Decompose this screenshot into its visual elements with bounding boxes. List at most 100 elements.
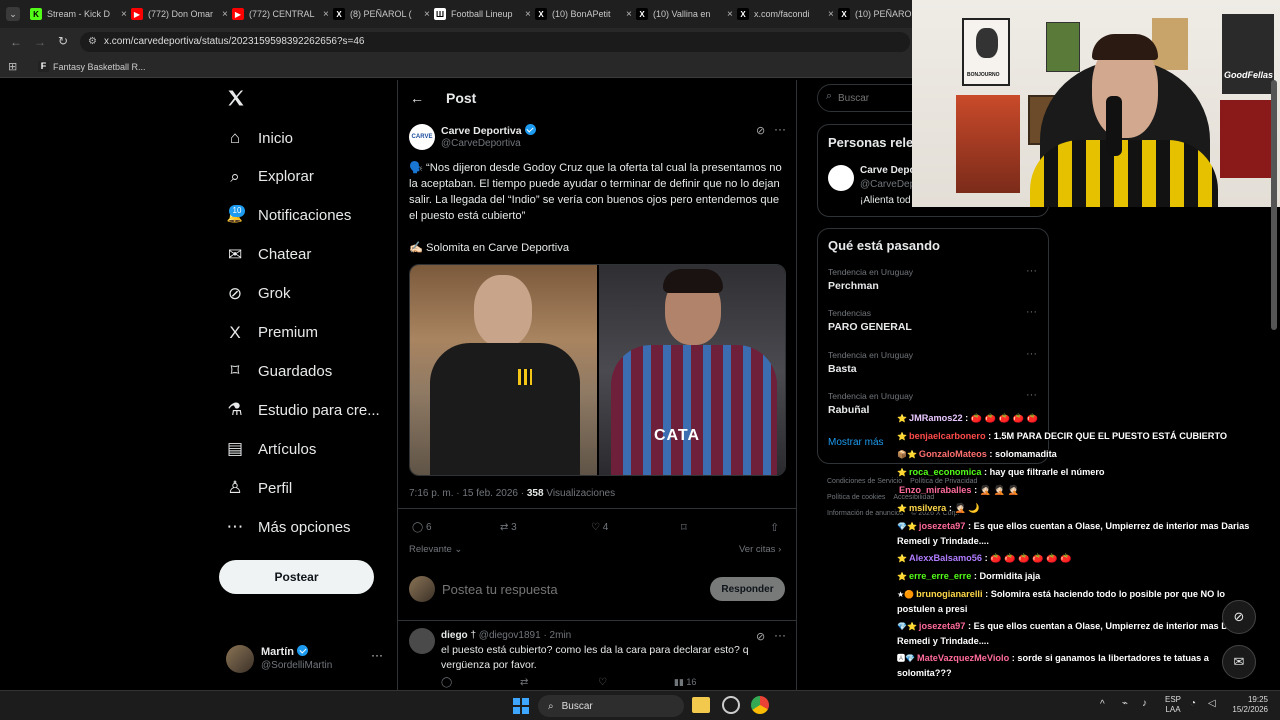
trend-more-icon[interactable]: ··· — [1026, 265, 1037, 277]
nav-guardados[interactable]: ⌑ Guardados — [226, 357, 333, 385]
chat-username[interactable]: msilvera — [909, 503, 946, 513]
browser-tab[interactable]: X (10) BonAPetit × — [535, 4, 632, 24]
volume-icon[interactable]: ◁ — [1208, 698, 1216, 709]
trend-name[interactable]: PARO GENERAL — [828, 321, 912, 333]
grok-float-icon[interactable]: ⊘ — [1222, 600, 1256, 634]
forward-icon[interactable]: → — [34, 35, 46, 49]
author-handle[interactable]: @CarveDeportiva — [441, 138, 521, 149]
like-action[interactable]: ♡ 4 — [591, 522, 608, 533]
reply-repost-icon[interactable]: ⇄ — [520, 677, 528, 688]
chat-username[interactable]: brunogianarelli — [916, 589, 982, 599]
nav-perfil[interactable]: ♙ Perfil — [226, 474, 292, 502]
post-media[interactable]: CATA — [409, 264, 786, 476]
language-indicator[interactable]: ESP LAA — [1165, 695, 1181, 715]
close-icon[interactable]: × — [525, 9, 531, 20]
network-icon[interactable]: ⌁ — [1122, 698, 1128, 709]
footer-link[interactable]: Política de cookies — [827, 494, 885, 501]
clock[interactable]: 19:25 15/2/2026 — [1226, 695, 1268, 715]
browser-tab[interactable]: X (10) Vallina en × — [636, 4, 733, 24]
more-icon[interactable]: ··· — [371, 648, 383, 662]
chat-username[interactable]: josezeta97 — [919, 521, 965, 531]
trend-name[interactable]: Rabuñal — [828, 404, 869, 416]
chat-username[interactable]: Enzo_miraballes — [899, 485, 972, 495]
bookmark-icon[interactable]: ⌑ — [681, 521, 687, 534]
photo-right[interactable]: CATA — [599, 265, 785, 475]
close-icon[interactable]: × — [222, 9, 228, 20]
reply-action[interactable]: ◯ 6 — [412, 522, 432, 533]
footer-link[interactable]: Información de anuncios — [827, 510, 903, 517]
tab-list-button[interactable]: ⌄ — [6, 7, 20, 21]
post-more-icon[interactable]: ··· — [774, 122, 786, 136]
grok-icon[interactable]: ⊘ — [756, 124, 765, 137]
page-scrollbar[interactable] — [1271, 80, 1277, 330]
close-icon[interactable]: × — [727, 9, 733, 20]
url-field[interactable]: ⚙ x.com/carvedeportiva/status/2023159598… — [80, 32, 910, 52]
repost-action[interactable]: ⇄ 3 — [500, 522, 517, 533]
nav-articulos[interactable]: ▤ Artículos — [226, 435, 316, 463]
windows-start-icon[interactable] — [513, 698, 529, 714]
chat-username[interactable]: JMRamos22 — [909, 413, 963, 423]
author-avatar[interactable]: CARVE — [409, 124, 435, 150]
browser-tab[interactable]: K Stream - Kick D × — [30, 4, 127, 24]
person-avatar[interactable] — [828, 165, 854, 191]
trend-more-icon[interactable]: ··· — [1026, 348, 1037, 360]
account-switcher[interactable]: Martín @SordelliMartin ··· — [226, 643, 396, 675]
reply-avatar[interactable] — [409, 628, 435, 654]
x-logo-icon[interactable] — [226, 88, 246, 108]
chat-username[interactable]: GonzaloMateos — [919, 449, 987, 459]
wifi-icon[interactable]: ◔ — [1190, 698, 1196, 709]
person-handle[interactable]: @CarveDep — [860, 179, 915, 190]
photo-left[interactable] — [410, 265, 597, 475]
chat-username[interactable]: AlexxBalsamo56 — [909, 553, 982, 563]
mic-icon[interactable]: ♪ — [1142, 698, 1147, 709]
quotes-link[interactable]: Ver citas › — [739, 544, 781, 555]
nav-notificaciones[interactable]: 🔔Notificaciones — [226, 202, 351, 230]
footer-link[interactable]: Condiciones de Servicio — [827, 478, 902, 485]
person-name[interactable]: Carve Depo — [860, 165, 916, 176]
close-icon[interactable]: × — [626, 9, 632, 20]
back-icon[interactable]: ← — [10, 35, 22, 49]
reply-heart-icon[interactable]: ♡ — [598, 677, 607, 688]
nav-chatear[interactable]: ✉ Chatear — [226, 241, 312, 269]
reply-more-icon[interactable]: ··· — [774, 628, 786, 642]
browser-tab[interactable]: ▶ (772) CENTRAL × — [232, 4, 329, 24]
close-icon[interactable]: × — [828, 9, 834, 20]
nav-inicio[interactable]: ⌂ Inicio — [226, 124, 293, 152]
sort-dropdown[interactable]: Relevante ⌄ — [409, 544, 462, 555]
chat-username[interactable]: erre_erre_erre — [909, 571, 971, 581]
tray-up-icon[interactable]: ^ — [1100, 699, 1105, 710]
back-arrow-icon[interactable]: ← — [410, 90, 424, 106]
chrome-icon[interactable] — [751, 696, 769, 714]
browser-tab[interactable]: Xx.com/facondi × — [737, 4, 834, 24]
file-explorer-icon[interactable] — [692, 697, 710, 713]
reply-time[interactable]: · 2min — [543, 630, 571, 641]
reply-button[interactable]: Responder — [710, 577, 785, 601]
apps-grid-icon[interactable]: ⊞ — [8, 60, 17, 73]
chat-username[interactable]: roca_economica — [909, 467, 982, 477]
reply-views[interactable]: ▮▮ 16 — [674, 677, 696, 688]
bookmark-fantasy[interactable]: F Fantasy Basketball R... — [38, 61, 146, 72]
reply-handle[interactable]: @diegov1891 — [479, 630, 541, 641]
share-icon[interactable]: ⇧ — [770, 521, 779, 534]
author-name[interactable]: Carve Deportiva — [441, 124, 536, 137]
reload-icon[interactable]: ↻ — [58, 34, 68, 48]
nav-estudio[interactable]: ⚗ Estudio para cre... — [226, 396, 379, 424]
chat-username[interactable]: josezeta97 — [919, 621, 965, 631]
browser-tab[interactable]: ▶ (772) Don Omar × — [131, 4, 228, 24]
chat-username[interactable]: benjaelcarbonero — [909, 431, 986, 441]
taskbar-search[interactable]: ⌕ Buscar — [538, 695, 684, 717]
site-info-icon[interactable]: ⚙ — [88, 32, 97, 52]
close-icon[interactable]: × — [323, 9, 329, 20]
chat-username[interactable]: MateVazquezMeViolo — [917, 653, 1009, 663]
trend-more-icon[interactable]: ··· — [1026, 389, 1037, 401]
grok-icon[interactable]: ⊘ — [756, 630, 765, 643]
nav-grok[interactable]: ⊘ Grok — [226, 280, 291, 308]
reply-reply-icon[interactable]: ◯ — [441, 677, 452, 688]
app-icon[interactable] — [722, 696, 740, 714]
messages-float-icon[interactable]: ✉ — [1222, 645, 1256, 679]
trend-name[interactable]: Basta — [828, 363, 857, 375]
show-more-link[interactable]: Mostrar más — [828, 437, 884, 448]
reply-author[interactable]: diego — [441, 630, 468, 641]
close-icon[interactable]: × — [121, 9, 127, 20]
post-button[interactable]: Postear — [219, 560, 374, 594]
